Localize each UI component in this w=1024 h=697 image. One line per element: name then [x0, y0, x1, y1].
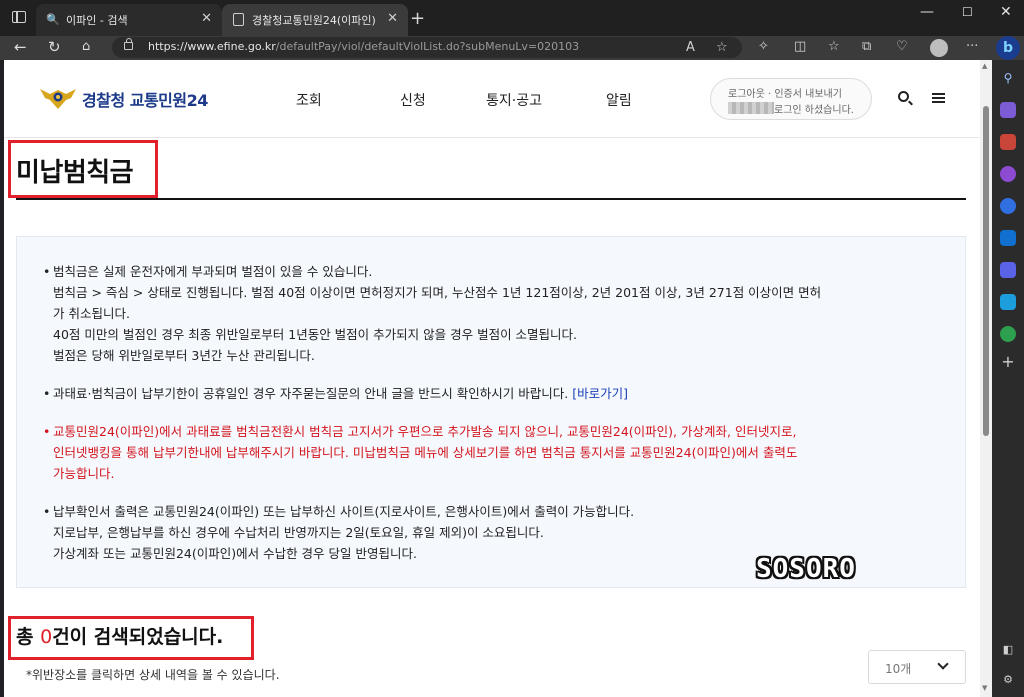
new-tab-button[interactable]: +: [410, 8, 425, 29]
microsoft-365-icon[interactable]: [1000, 198, 1016, 214]
add-sidebar-icon[interactable]: +: [1000, 354, 1016, 370]
page-viewport: 경찰청 교통민원24 조회 신청 통지·공고 알림 로그아웃 · 인증서 내보내…: [4, 60, 980, 697]
lock-icon[interactable]: [124, 38, 133, 50]
more-menu-icon[interactable]: ···: [966, 39, 978, 54]
bullet: •: [43, 424, 51, 439]
telegram-icon[interactable]: [1000, 294, 1016, 310]
back-icon[interactable]: ←: [14, 38, 27, 56]
title-divider: [16, 198, 966, 200]
close-window-icon[interactable]: ✕: [1000, 4, 1012, 20]
login-status-box: 로그아웃 · 인증서 내보내기 로그인 하셨습니다.: [710, 78, 872, 120]
page-scrollbar[interactable]: ▲ ▼: [980, 60, 992, 697]
address-bar[interactable]: https://www.efine.go.kr/defaultPay/viol/…: [112, 37, 742, 58]
tab-actions-icon[interactable]: [12, 11, 26, 23]
tree-icon[interactable]: [1000, 326, 1016, 342]
favorite-star-icon[interactable]: ☆: [716, 40, 728, 55]
police-emblem-icon[interactable]: [38, 86, 78, 110]
scrollbar-thumb[interactable]: [983, 106, 989, 436]
tab-search[interactable]: 🔍 이파인 - 검색 ✕: [36, 4, 222, 36]
notice-line: 범칙금 > 즉심 > 상태로 진행됩니다. 벌점 40점 이상이면 면허정지가 …: [53, 285, 822, 300]
site-header: 경찰청 교통민원24 조회 신청 통지·공고 알림 로그아웃 · 인증서 내보내…: [4, 60, 980, 138]
scroll-up-icon[interactable]: ▲: [982, 62, 987, 70]
favorites-icon[interactable]: ☆: [828, 39, 840, 54]
notice-item-conversion: • 교통민원24(이파인)에서 과태료를 범칙금전환시 범칙금 고지서가 우편으…: [43, 421, 933, 484]
search-icon[interactable]: [898, 91, 909, 102]
nav-alerts[interactable]: 알림: [606, 90, 632, 110]
logout-cert-links[interactable]: 로그아웃 · 인증서 내보내기: [728, 85, 842, 100]
notice-line: 가 취소됩니다.: [53, 306, 130, 321]
tab-label: 이파인 - 검색: [66, 14, 128, 27]
bullet: •: [43, 264, 51, 279]
bullet: •: [43, 504, 51, 519]
go-to-faq-link[interactable]: [바로가기]: [572, 386, 628, 401]
notice-item-holiday: • 과태료·범칙금이 납부기한이 공휴일인 경우 자주묻는질문의 안내 글을 반…: [43, 383, 933, 404]
drop-icon[interactable]: [1000, 262, 1016, 278]
collections-icon[interactable]: ⧉: [862, 39, 871, 54]
result-hint-text: *위반장소를 클릭하면 상세 내역을 볼 수 있습니다.: [26, 668, 280, 682]
tab-strip: 🔍 이파인 - 검색 ✕ 경찰청교통민원24(이파인) ✕ + — ☐ ✕: [0, 0, 1024, 36]
outlook-icon[interactable]: [1000, 230, 1016, 246]
shopping-tag-icon[interactable]: [1000, 102, 1016, 118]
site-logo-text[interactable]: 경찰청 교통민원24: [82, 87, 208, 111]
address-toolbar: ← ↻ ⌂ https://www.efine.go.kr/defaultPay…: [0, 36, 1024, 60]
chevron-down-icon: [937, 658, 949, 670]
minimize-icon[interactable]: —: [920, 4, 934, 20]
read-aloud-icon[interactable]: A: [686, 40, 695, 55]
scroll-down-icon[interactable]: ▼: [982, 684, 987, 692]
notice-item-penalty: • 범칙금은 실제 운전자에게 부과되며 벌점이 있을 수 있습니다. 범칙금 …: [43, 261, 933, 366]
notice-line: 범칙금은 실제 운전자에게 부과되며 벌점이 있을 수 있습니다.: [53, 264, 373, 279]
nav-notice[interactable]: 통지·공고: [486, 90, 542, 110]
result-highlight-box: [8, 616, 254, 660]
page-icon: [233, 13, 244, 26]
browser-essentials-icon[interactable]: ♡: [896, 39, 908, 54]
profile-avatar[interactable]: [930, 39, 948, 57]
notice-box: • 범칙금은 실제 운전자에게 부과되며 벌점이 있을 수 있습니다. 범칙금 …: [16, 236, 966, 588]
close-tab-icon[interactable]: ✕: [387, 11, 398, 26]
sidebar-settings-icon[interactable]: ⚙: [1000, 672, 1016, 688]
notice-line: 벌점은 당해 위반일로부터 3년간 누산 관리됩니다.: [53, 348, 315, 363]
close-tab-icon[interactable]: ✕: [201, 11, 212, 26]
home-icon[interactable]: ⌂: [82, 39, 90, 54]
maximize-icon[interactable]: ☐: [962, 5, 973, 19]
notice-line: 가능합니다.: [53, 466, 115, 481]
hamburger-menu-icon[interactable]: [932, 93, 945, 103]
tab-efine[interactable]: 경찰청교통민원24(이파인) ✕: [222, 4, 408, 36]
refresh-icon[interactable]: ↻: [48, 38, 61, 56]
title-highlight-box: [8, 140, 158, 198]
games-icon[interactable]: [1000, 166, 1016, 182]
nav-inquiry[interactable]: 조회: [296, 90, 322, 110]
sidebar-search-icon[interactable]: ⚲: [1000, 70, 1016, 86]
notice-line: 인터넷뱅킹을 통해 납부기한내에 납부해주시기 바랍니다. 미납범칙금 메뉴에 …: [53, 445, 798, 460]
notice-line: 교통민원24(이파인)에서 과태료를 범칙금전환시 범칙금 고지서가 우편으로 …: [53, 424, 797, 439]
edge-sidebar: ⚲ + ◧ ⚙: [992, 60, 1024, 697]
split-screen-icon[interactable]: ◫: [794, 39, 806, 54]
bullet: •: [43, 386, 51, 401]
tab-label: 경찰청교통민원24(이파인): [252, 14, 376, 27]
extensions-icon[interactable]: ✧: [758, 39, 769, 54]
search-icon: 🔍: [46, 13, 60, 26]
page-size-value: 10개: [885, 662, 912, 676]
nav-apply[interactable]: 신청: [400, 90, 426, 110]
notice-line: 과태료·범칙금이 납부기한이 공휴일인 경우 자주묻는질문의 안내 글을 반드시…: [53, 386, 569, 401]
notice-line: 납부확인서 출력은 교통민원24(이파인) 또는 납부하신 사이트(지로사이트,…: [53, 504, 635, 519]
watermark-text: SOSORO: [756, 554, 856, 584]
hide-sidebar-icon[interactable]: ◧: [1000, 642, 1016, 658]
page-size-select[interactable]: 10개: [868, 650, 966, 684]
copilot-icon[interactable]: b: [996, 36, 1020, 60]
masked-username: [728, 102, 774, 114]
tools-icon[interactable]: [1000, 134, 1016, 150]
url-text[interactable]: https://www.efine.go.kr/defaultPay/viol/…: [148, 40, 579, 53]
notice-line: 40점 미만의 벌점인 경우 최종 위반일로부터 1년동안 벌점이 추가되지 않…: [53, 327, 578, 342]
notice-line: 지로납부, 은행납부를 하신 경우에 수납처리 반영까지는 2일(토요일, 휴일…: [53, 525, 544, 540]
login-status-text: 로그인 하셨습니다.: [774, 105, 854, 116]
